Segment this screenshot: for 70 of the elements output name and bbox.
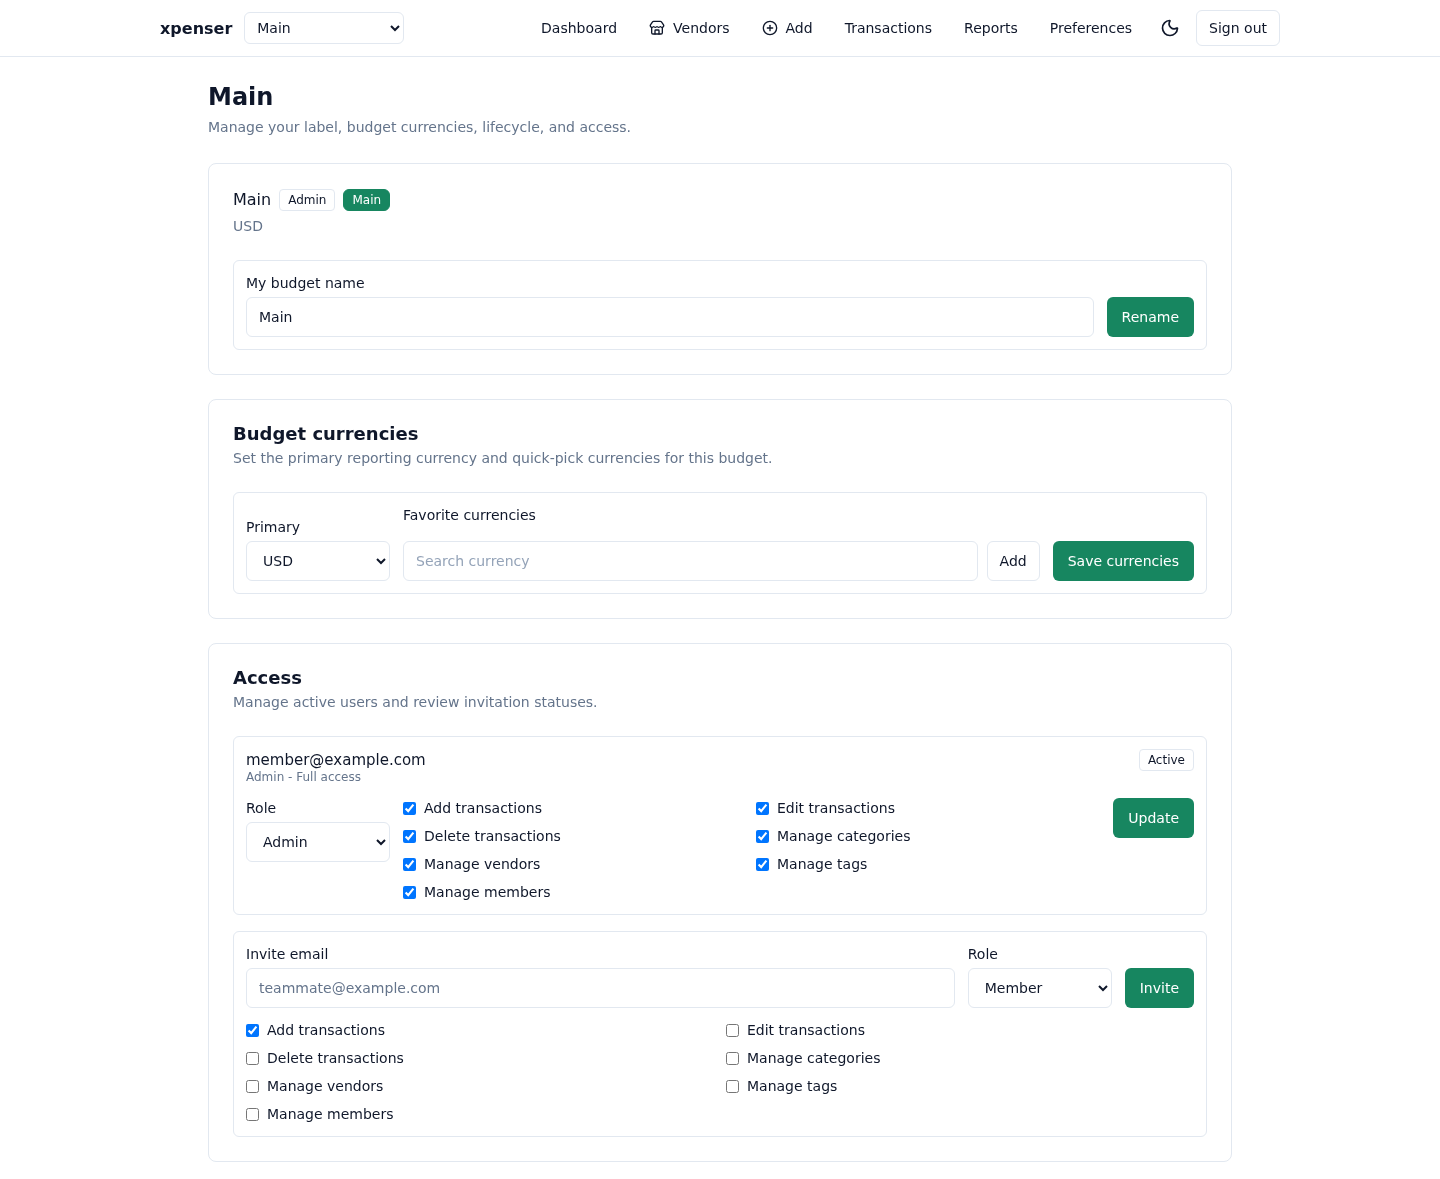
permission-checkbox[interactable] bbox=[246, 1051, 259, 1065]
section-title: Budget currencies bbox=[233, 422, 420, 446]
budget-badge: Main bbox=[343, 189, 391, 211]
rename-button[interactable]: Rename bbox=[1106, 297, 1194, 337]
permission-label: Manage vendors bbox=[267, 1078, 384, 1094]
budget-select[interactable]: Main bbox=[244, 12, 405, 44]
primary-currency-select[interactable]: USD bbox=[246, 541, 390, 581]
permission-label: Manage tags bbox=[777, 856, 868, 872]
role-select[interactable]: Member bbox=[967, 968, 1112, 1008]
save-currencies-button[interactable]: Save currencies bbox=[1052, 541, 1194, 581]
plus-circle-icon bbox=[761, 20, 778, 36]
brand-name: xpenser bbox=[160, 18, 233, 38]
permission-label: Manage members bbox=[424, 884, 551, 900]
invite-button[interactable]: Invite bbox=[1124, 968, 1194, 1008]
permission-label: Edit transactions bbox=[777, 800, 895, 816]
field-label: Primary bbox=[246, 518, 302, 537]
permission-checkbox[interactable] bbox=[756, 801, 769, 815]
status-badge: Active bbox=[1138, 749, 1194, 771]
permission-checkbox[interactable] bbox=[726, 1051, 739, 1065]
permission-checkbox[interactable] bbox=[726, 1079, 739, 1093]
permission-checkbox[interactable] bbox=[246, 1107, 259, 1121]
currency-search-field[interactable]: Search currency bbox=[403, 541, 978, 581]
moon-icon[interactable] bbox=[1160, 18, 1181, 38]
invite-email-field[interactable]: teammate@example.com bbox=[246, 968, 955, 1008]
add-currency-button[interactable]: Add bbox=[986, 541, 1040, 581]
store-icon bbox=[649, 20, 666, 36]
permission-checkbox[interactable] bbox=[403, 885, 416, 899]
permission-label: Manage categories bbox=[747, 1050, 881, 1066]
nav-link[interactable]: Dashboard bbox=[541, 20, 618, 36]
permission-checkbox[interactable] bbox=[756, 857, 769, 871]
permission-checkbox[interactable] bbox=[246, 1023, 259, 1037]
field-label: Role bbox=[967, 945, 999, 964]
sign-out-button[interactable]: Sign out bbox=[1196, 10, 1280, 46]
permission-label: Manage tags bbox=[747, 1078, 838, 1094]
permission-label: Add transactions bbox=[267, 1022, 385, 1038]
permission-label: Manage members bbox=[267, 1106, 394, 1122]
budget-currency: USD bbox=[233, 217, 264, 236]
field-label: Role bbox=[246, 799, 278, 818]
section-subtitle: Set the primary reporting currency and quick-pick currencies for this budget. bbox=[233, 449, 774, 468]
field-label: Favorite currencies bbox=[403, 506, 537, 525]
permission-checkbox[interactable] bbox=[403, 801, 416, 815]
budget-name-input[interactable]: Main bbox=[246, 297, 1094, 337]
permission-label: Manage vendors bbox=[424, 856, 541, 872]
budget-name: Main bbox=[233, 189, 272, 211]
field-label: Invite email bbox=[246, 945, 330, 964]
nav-link[interactable]: Reports bbox=[964, 20, 1018, 36]
update-button[interactable]: Update bbox=[1113, 798, 1194, 838]
field-label: My budget name bbox=[246, 274, 366, 293]
nav-link[interactable]: Preferences bbox=[1049, 20, 1133, 36]
permission-label: Edit transactions bbox=[747, 1022, 865, 1038]
permission-label: Manage categories bbox=[777, 828, 911, 844]
section-title: Access bbox=[233, 666, 303, 690]
page-title: Main bbox=[208, 82, 275, 113]
permission-checkbox[interactable] bbox=[403, 857, 416, 871]
role-select[interactable]: Admin bbox=[246, 822, 390, 862]
nav-link[interactable]: Add bbox=[761, 20, 813, 36]
permission-label: Add transactions bbox=[424, 800, 542, 816]
nav-link[interactable]: Transactions bbox=[844, 20, 933, 36]
member-email: member@example.com bbox=[246, 751, 426, 769]
permission-label: Delete transactions bbox=[267, 1050, 404, 1066]
permission-checkbox[interactable] bbox=[403, 829, 416, 843]
role-badge: Admin bbox=[279, 189, 336, 211]
section-subtitle: Manage active users and review invitation statuses. bbox=[233, 693, 599, 712]
permission-checkbox[interactable] bbox=[726, 1023, 739, 1037]
permission-checkbox[interactable] bbox=[246, 1079, 259, 1093]
permission-label: Delete transactions bbox=[424, 828, 561, 844]
page-subtitle: Manage your label, budget currencies, lifecycle, and access. bbox=[208, 118, 633, 137]
nav-link[interactable]: Vendors bbox=[649, 20, 730, 36]
member-role-description: Admin - Full access bbox=[246, 769, 362, 785]
permission-checkbox[interactable] bbox=[756, 829, 769, 843]
